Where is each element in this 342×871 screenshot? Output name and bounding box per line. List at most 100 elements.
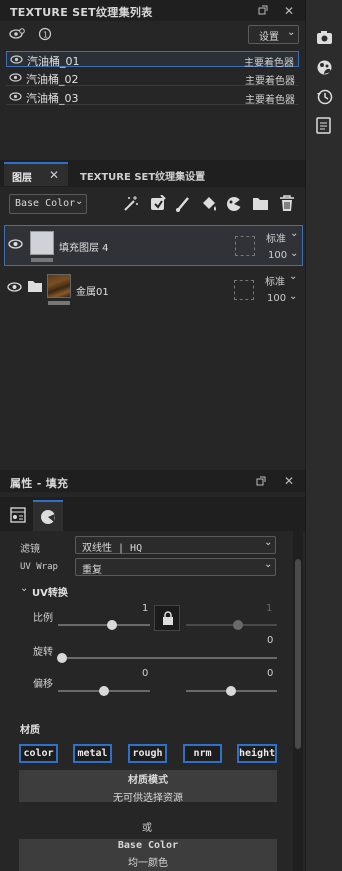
scale-slider-2-knob <box>233 620 243 630</box>
offset-value-2[interactable]: 0 <box>267 668 273 679</box>
close-icon[interactable]: ✕ <box>283 475 295 487</box>
layer-mask-slot[interactable] <box>235 236 255 256</box>
offset-slider-1-knob[interactable] <box>99 686 109 696</box>
maximize-icon[interactable] <box>256 476 268 488</box>
scale-label: 比例 <box>33 613 53 624</box>
delete-layer-icon[interactable] <box>279 194 295 212</box>
log-icon[interactable] <box>316 117 333 134</box>
scale-slider-knob[interactable] <box>107 620 117 630</box>
shader-settings-icon[interactable] <box>316 59 333 76</box>
tab-settings-label: TEXTURE SET纹理集设置 <box>80 172 206 183</box>
layer-opacity[interactable]: 100 <box>268 250 287 261</box>
shader-label[interactable]: 主要着色器 <box>245 72 295 87</box>
blend-mode[interactable]: 标准 <box>265 273 285 288</box>
camera-icon[interactable] <box>316 30 333 47</box>
solo-icon[interactable]: 1 <box>38 27 52 41</box>
scale-value-2: 1 <box>266 603 273 614</box>
layer-mask-slot[interactable] <box>234 280 254 300</box>
tab-close-icon[interactable]: ✕ <box>49 168 59 182</box>
filter-dropdown[interactable]: 双线性 | HQ ⌄ <box>75 536 276 554</box>
scale-value[interactable]: 1 <box>142 603 148 614</box>
add-fill-layer-icon[interactable] <box>200 195 217 212</box>
tab-layers[interactable]: 图层 ✕ <box>4 162 68 186</box>
offset-value-1[interactable]: 0 <box>142 668 148 679</box>
uv-transform-label: UV转换 <box>32 588 68 599</box>
layer-thumbnail <box>47 274 71 298</box>
chevron-down-icon[interactable]: ⌄ <box>290 248 298 259</box>
scale-slider-2 <box>186 624 277 626</box>
filter-value: 双线性 | HQ <box>82 543 143 554</box>
add-effect-icon[interactable] <box>123 195 139 212</box>
layer-name[interactable]: 金属01 <box>76 283 109 298</box>
uvwrap-dropdown[interactable]: 重复 ⌄ <box>75 558 276 576</box>
eye-icon[interactable] <box>9 73 22 82</box>
chevron-down-icon: ⌄ <box>264 537 273 548</box>
right-icon-strip <box>305 0 342 871</box>
lock-icon <box>162 611 174 625</box>
channel-metal-button[interactable]: metal <box>73 744 112 763</box>
tab-texture-set-settings[interactable]: TEXTURE SET纹理集设置 <box>72 162 222 186</box>
maximize-icon[interactable] <box>258 5 270 17</box>
channel-nrm-button[interactable]: nrm <box>183 744 222 763</box>
base-color-subtitle: 均一颜色 <box>128 858 168 869</box>
texture-set-list-title: TEXTURE SET纹理集列表 <box>10 6 153 19</box>
scale-slider[interactable] <box>58 624 150 626</box>
rotation-label: 旋转 <box>33 647 53 658</box>
eye-icon[interactable] <box>10 55 23 64</box>
channel-color-button[interactable]: color <box>19 744 58 763</box>
rotation-slider[interactable] <box>58 657 277 659</box>
settings-dropdown[interactable]: 设置 ⌄ <box>248 25 299 44</box>
fill-settings-tab-icon[interactable] <box>10 507 26 523</box>
texture-set-row[interactable]: 汽油桶_01 主要着色器 <box>6 51 299 69</box>
eye-icon[interactable] <box>9 92 22 101</box>
uvwrap-label: UV Wrap <box>20 562 58 572</box>
shader-label[interactable]: 主要着色器 <box>244 54 294 69</box>
properties-scrollbar[interactable] <box>293 531 303 871</box>
texture-set-name: 汽油桶_01 <box>27 55 80 68</box>
eye-icon[interactable] <box>7 282 22 292</box>
chevron-down-icon[interactable]: ⌄ <box>290 228 298 239</box>
eye-icon[interactable] <box>8 239 23 249</box>
material-sphere-icon <box>40 509 56 525</box>
material-mode-button[interactable]: 材质模式 无可供选择资源 <box>19 770 277 804</box>
material-tab[interactable] <box>33 500 63 531</box>
layer-opacity[interactable]: 100 <box>267 293 286 304</box>
offset-slider-2-knob[interactable] <box>226 686 236 696</box>
blend-mode[interactable]: 标准 <box>266 230 286 245</box>
chevron-down-icon: ⌄ <box>264 559 273 570</box>
add-mask-icon[interactable] <box>150 195 166 212</box>
channel-rough-button[interactable]: rough <box>128 744 167 763</box>
channel-label: Base Color <box>15 198 76 209</box>
folder-icon <box>28 280 42 292</box>
shader-label[interactable]: 主要着色器 <box>245 91 295 106</box>
layer-thumbnail <box>30 231 54 255</box>
svg-text:1: 1 <box>43 31 48 40</box>
scrollbar-thumb[interactable] <box>295 559 301 749</box>
layer-row-fill[interactable]: 填充图层 4 标准 ⌄ 100 ⌄ <box>4 225 303 266</box>
chevron-down-icon: ⌄ <box>287 27 296 38</box>
channel-dropdown[interactable]: Base Color ⌄ <box>9 194 87 214</box>
lock-button[interactable] <box>154 605 180 631</box>
chevron-down-icon: ⌄ <box>75 196 84 207</box>
add-paint-layer-icon[interactable] <box>175 195 191 212</box>
channel-height-button[interactable]: height <box>237 744 277 763</box>
rotation-slider-knob[interactable] <box>57 653 67 663</box>
texture-set-row[interactable]: 汽油桶_02 主要着色器 <box>6 70 299 87</box>
eye-toggle-all-icon[interactable] <box>9 27 25 41</box>
texture-set-name: 汽油桶_02 <box>26 73 79 86</box>
material-mode-subtitle: 无可供选择资源 <box>113 793 183 804</box>
offset-label: 偏移 <box>33 679 53 690</box>
base-color-title: Base Color <box>117 840 179 851</box>
texture-set-row[interactable]: 汽油桶_03 主要着色器 <box>6 89 299 106</box>
layer-row-folder[interactable]: 金属01 标准 ⌄ 100 ⌄ <box>4 268 303 309</box>
add-smart-material-icon[interactable] <box>226 195 243 212</box>
add-folder-icon[interactable] <box>252 196 269 211</box>
close-icon[interactable]: ✕ <box>283 5 295 17</box>
collapse-arrow-icon[interactable]: ⌄ <box>20 583 28 594</box>
chevron-down-icon[interactable]: ⌄ <box>289 291 297 302</box>
layer-name[interactable]: 填充图层 4 <box>59 239 109 254</box>
chevron-down-icon[interactable]: ⌄ <box>289 271 297 282</box>
rotation-value[interactable]: 0 <box>267 635 273 646</box>
base-color-button[interactable]: Base Color 均一颜色 <box>19 839 277 871</box>
history-icon[interactable] <box>316 88 333 105</box>
